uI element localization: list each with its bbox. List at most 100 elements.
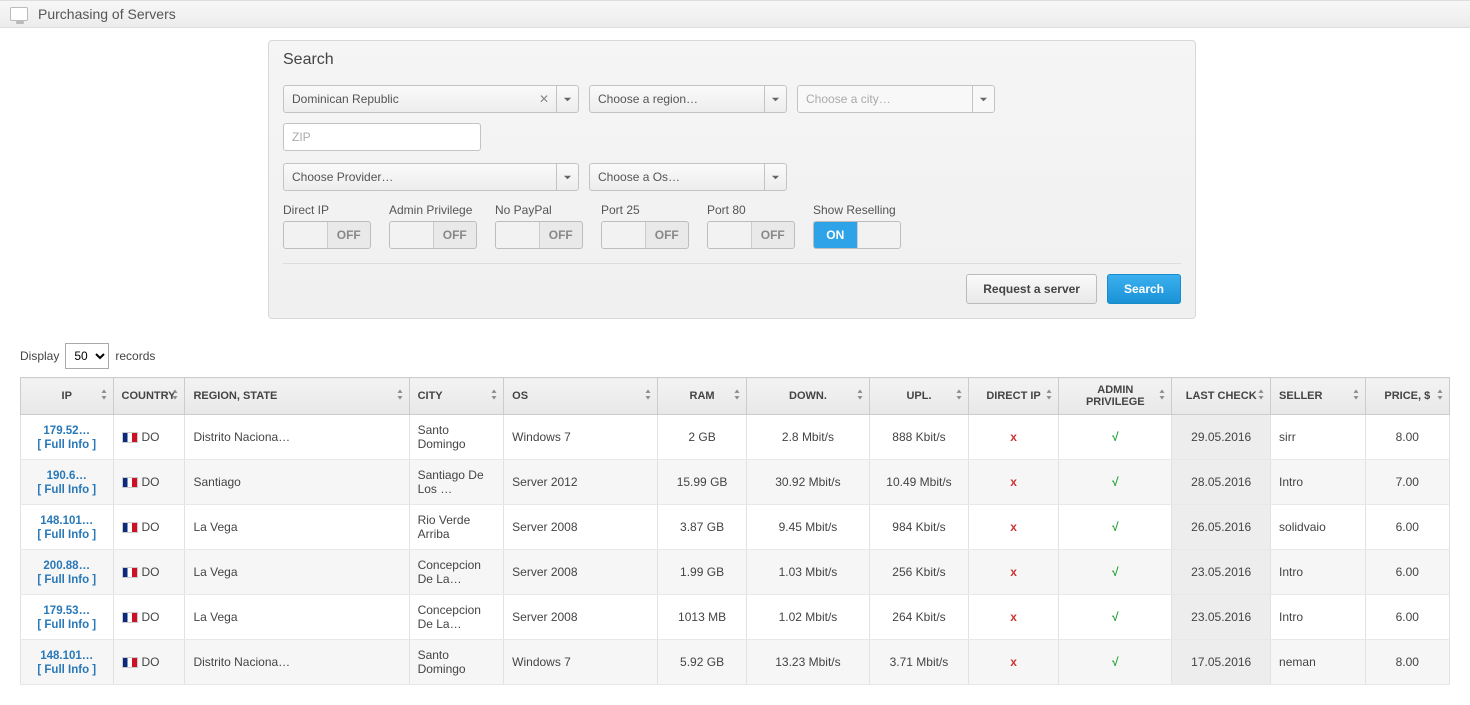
toggle-label: No PayPal: [495, 203, 583, 217]
table-row: 190.6…[ Full Info ]DOSantiagoSantiago De…: [21, 460, 1450, 505]
lastcheck-cell: 17.05.2016: [1172, 640, 1271, 685]
chevron-down-icon[interactable]: [764, 164, 786, 190]
table-row: 179.53…[ Full Info ]DOLa VegaConcepcion …: [21, 595, 1450, 640]
toggle-knob: [708, 222, 752, 248]
region-select[interactable]: Choose a region…: [589, 85, 787, 113]
flag-icon: [122, 477, 138, 488]
chevron-down-icon[interactable]: [556, 86, 578, 112]
sort-icon[interactable]: [732, 390, 742, 403]
records-per-page-select[interactable]: 50: [65, 343, 109, 369]
sort-icon[interactable]: [99, 390, 109, 403]
os-cell: Server 2012: [504, 460, 658, 505]
toggle-switch[interactable]: OFF: [495, 221, 583, 249]
toggle-label: Admin Privilege: [389, 203, 477, 217]
lastcheck-cell: 23.05.2016: [1172, 550, 1271, 595]
chevron-down-icon[interactable]: [972, 86, 994, 112]
column-header[interactable]: Seller: [1271, 378, 1366, 415]
toggle-switch[interactable]: OFF: [601, 221, 689, 249]
sort-icon[interactable]: [170, 390, 180, 403]
region-cell: La Vega: [185, 505, 409, 550]
toggle-knob: [284, 222, 328, 248]
seller-cell: Intro: [1271, 595, 1366, 640]
sort-icon[interactable]: [1044, 390, 1054, 403]
os-cell: Windows 7: [504, 640, 658, 685]
toggle-switch[interactable]: OFF: [389, 221, 477, 249]
upl-cell: 10.49 Mbit/s: [870, 460, 969, 505]
full-info-link[interactable]: [ Full Info ]: [37, 664, 96, 676]
lastcheck-cell: 28.05.2016: [1172, 460, 1271, 505]
zip-input[interactable]: [283, 123, 481, 151]
directip-cell: x: [968, 595, 1058, 640]
country-select[interactable]: Dominican Republic ✕: [283, 85, 579, 113]
column-header[interactable]: Last Check: [1172, 378, 1271, 415]
city-cell: Rio Verde Arriba: [409, 505, 504, 550]
region-cell: La Vega: [185, 595, 409, 640]
directip-cell: x: [968, 505, 1058, 550]
provider-select[interactable]: Choose Provider…: [283, 163, 579, 191]
price-cell: 6.00: [1365, 505, 1449, 550]
column-header[interactable]: Country: [113, 378, 185, 415]
full-info-link[interactable]: [ Full Info ]: [37, 529, 96, 541]
sort-icon[interactable]: [1435, 390, 1445, 403]
toggle-no-paypal: No PayPal OFF: [495, 203, 583, 249]
sort-icon[interactable]: [1256, 390, 1266, 403]
chevron-down-icon[interactable]: [556, 164, 578, 190]
seller-cell: solidvaio: [1271, 505, 1366, 550]
seller-cell: Intro: [1271, 460, 1366, 505]
down-cell: 9.45 Mbit/s: [746, 505, 869, 550]
ip-link[interactable]: 148.101…: [40, 650, 93, 662]
sort-icon[interactable]: [643, 390, 653, 403]
column-header[interactable]: Direct IP: [968, 378, 1058, 415]
country-code: DO: [142, 430, 160, 444]
sort-icon[interactable]: [489, 390, 499, 403]
column-header[interactable]: Down.: [746, 378, 869, 415]
check-icon: √: [1112, 610, 1119, 624]
toggle-switch[interactable]: ON: [813, 221, 901, 249]
column-header[interactable]: City: [409, 378, 504, 415]
column-header[interactable]: RAM: [658, 378, 746, 415]
toggle-knob: [602, 222, 646, 248]
full-info-link[interactable]: [ Full Info ]: [37, 574, 96, 586]
clear-country-icon[interactable]: ✕: [534, 86, 554, 112]
toggle-switch[interactable]: OFF: [283, 221, 371, 249]
chevron-down-icon[interactable]: [764, 86, 786, 112]
seller-cell: Intro: [1271, 550, 1366, 595]
column-header[interactable]: OS: [504, 378, 658, 415]
column-header[interactable]: Upl.: [870, 378, 969, 415]
check-icon: √: [1112, 520, 1119, 534]
toggle-switch[interactable]: OFF: [707, 221, 795, 249]
sort-icon[interactable]: [954, 390, 964, 403]
column-label: Country: [122, 390, 176, 402]
column-header[interactable]: Price, $: [1365, 378, 1449, 415]
ram-cell: 2 GB: [658, 415, 746, 460]
column-label: Price, $: [1384, 390, 1430, 402]
city-select[interactable]: Choose a city…: [797, 85, 995, 113]
sort-icon[interactable]: [1157, 390, 1167, 403]
column-label: Direct IP: [986, 390, 1040, 402]
column-label: IP: [62, 390, 72, 402]
sort-icon[interactable]: [395, 390, 405, 403]
ip-link[interactable]: 148.101…: [40, 515, 93, 527]
ip-link[interactable]: 200.88…: [43, 560, 90, 572]
full-info-link[interactable]: [ Full Info ]: [37, 619, 96, 631]
os-cell: Server 2008: [504, 595, 658, 640]
column-header[interactable]: Admin Privilege: [1059, 378, 1172, 415]
ip-link[interactable]: 179.53…: [43, 605, 90, 617]
column-label: Down.: [789, 390, 827, 402]
search-button[interactable]: Search: [1107, 274, 1181, 304]
toggle-state: OFF: [752, 222, 795, 248]
sort-icon[interactable]: [1351, 390, 1361, 403]
ram-cell: 3.87 GB: [658, 505, 746, 550]
column-header[interactable]: Region, State: [185, 378, 409, 415]
sort-icon[interactable]: [855, 390, 865, 403]
full-info-link[interactable]: [ Full Info ]: [37, 484, 96, 496]
full-info-link[interactable]: [ Full Info ]: [37, 439, 96, 451]
city-cell: Concepcion De La…: [409, 550, 504, 595]
ip-link[interactable]: 179.52…: [43, 425, 90, 437]
city-cell: Santo Domingo: [409, 640, 504, 685]
os-select[interactable]: Choose a Os…: [589, 163, 787, 191]
ip-link[interactable]: 190.6…: [47, 470, 87, 482]
column-header[interactable]: IP: [21, 378, 114, 415]
request-server-button[interactable]: Request a server: [966, 274, 1097, 304]
toggle-label: Port 80: [707, 203, 795, 217]
